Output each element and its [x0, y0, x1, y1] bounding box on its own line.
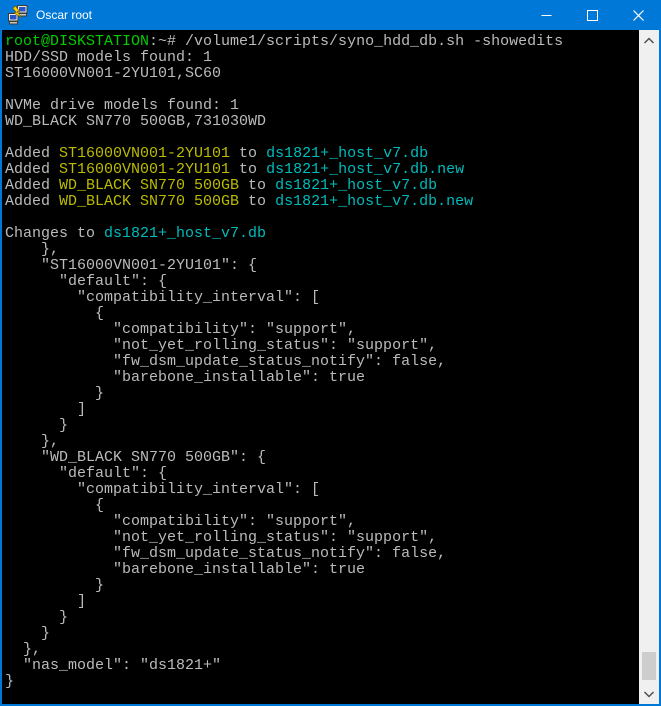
terminal-line: "compatibility": "support",: [5, 514, 639, 530]
terminal-line: "compatibility": "support",: [5, 322, 639, 338]
terminal-line: [5, 210, 639, 226]
terminal-line: {: [5, 306, 639, 322]
window-controls: [523, 0, 661, 30]
terminal-line: "compatibility_interval": [: [5, 290, 639, 306]
terminal-line: }: [5, 418, 639, 434]
titlebar[interactable]: Oscar root: [0, 0, 661, 30]
terminal-line: }: [5, 610, 639, 626]
terminal-line: {: [5, 498, 639, 514]
terminal-line: "fw_dsm_update_status_notify": false,: [5, 354, 639, 370]
maximize-button[interactable]: [569, 0, 615, 30]
terminal-line: HDD/SSD models found: 1: [5, 50, 639, 66]
terminal-line: },: [5, 642, 639, 658]
terminal-line: "barebone_installable": true: [5, 370, 639, 386]
terminal-line: }: [5, 674, 639, 690]
terminal-line: "nas_model": "ds1821+": [5, 658, 639, 674]
terminal-line: "ST16000VN001-2YU101": {: [5, 258, 639, 274]
chevron-down-icon: [643, 690, 655, 698]
scrollbar[interactable]: [639, 30, 659, 704]
terminal-line: ]: [5, 402, 639, 418]
close-button[interactable]: [615, 0, 661, 30]
putty-window: Oscar root root@DISKSTATION:~# /volume1/…: [0, 0, 661, 706]
terminal-line: Changes to ds1821+_host_v7.db: [5, 226, 639, 242]
scroll-down-button[interactable]: [639, 685, 659, 702]
terminal-line: }: [5, 386, 639, 402]
terminal-line: root@DISKSTATION:~# /volume1/scripts/syn…: [5, 34, 639, 50]
close-icon: [633, 10, 644, 21]
terminal-line: },: [5, 242, 639, 258]
terminal-line: }: [5, 626, 639, 642]
scroll-up-button[interactable]: [639, 32, 659, 49]
window-title: Oscar root: [36, 8, 92, 22]
maximize-icon: [587, 10, 598, 21]
terminal-line: "WD_BLACK SN770 500GB": {: [5, 450, 639, 466]
terminal-line: "default": {: [5, 466, 639, 482]
terminal-output[interactable]: root@DISKSTATION:~# /volume1/scripts/syn…: [2, 30, 639, 704]
terminal-line: "fw_dsm_update_status_notify": false,: [5, 546, 639, 562]
terminal-line: Added WD_BLACK SN770 500GB to ds1821+_ho…: [5, 178, 639, 194]
terminal-line: Added ST16000VN001-2YU101 to ds1821+_hos…: [5, 162, 639, 178]
terminal-line: Added WD_BLACK SN770 500GB to ds1821+_ho…: [5, 194, 639, 210]
terminal-line: ST16000VN001-2YU101,SC60: [5, 66, 639, 82]
terminal-line: "default": {: [5, 274, 639, 290]
terminal-line: "barebone_installable": true: [5, 562, 639, 578]
minimize-icon: [541, 10, 552, 21]
putty-app-icon[interactable]: [8, 5, 28, 25]
terminal-line: "compatibility_interval": [: [5, 482, 639, 498]
terminal-line: NVMe drive models found: 1: [5, 98, 639, 114]
terminal-line: "not_yet_rolling_status": "support",: [5, 338, 639, 354]
terminal-line: "not_yet_rolling_status": "support",: [5, 530, 639, 546]
chevron-up-icon: [643, 37, 655, 45]
terminal-line: ]: [5, 594, 639, 610]
terminal-line: Added ST16000VN001-2YU101 to ds1821+_hos…: [5, 146, 639, 162]
terminal-line: [5, 82, 639, 98]
window-body: root@DISKSTATION:~# /volume1/scripts/syn…: [2, 30, 659, 704]
terminal-line: },: [5, 434, 639, 450]
terminal-line: WD_BLACK SN770 500GB,731030WD: [5, 114, 639, 130]
minimize-button[interactable]: [523, 0, 569, 30]
scrollbar-thumb[interactable]: [642, 652, 656, 680]
terminal-line: }: [5, 578, 639, 594]
terminal-line: [5, 130, 639, 146]
